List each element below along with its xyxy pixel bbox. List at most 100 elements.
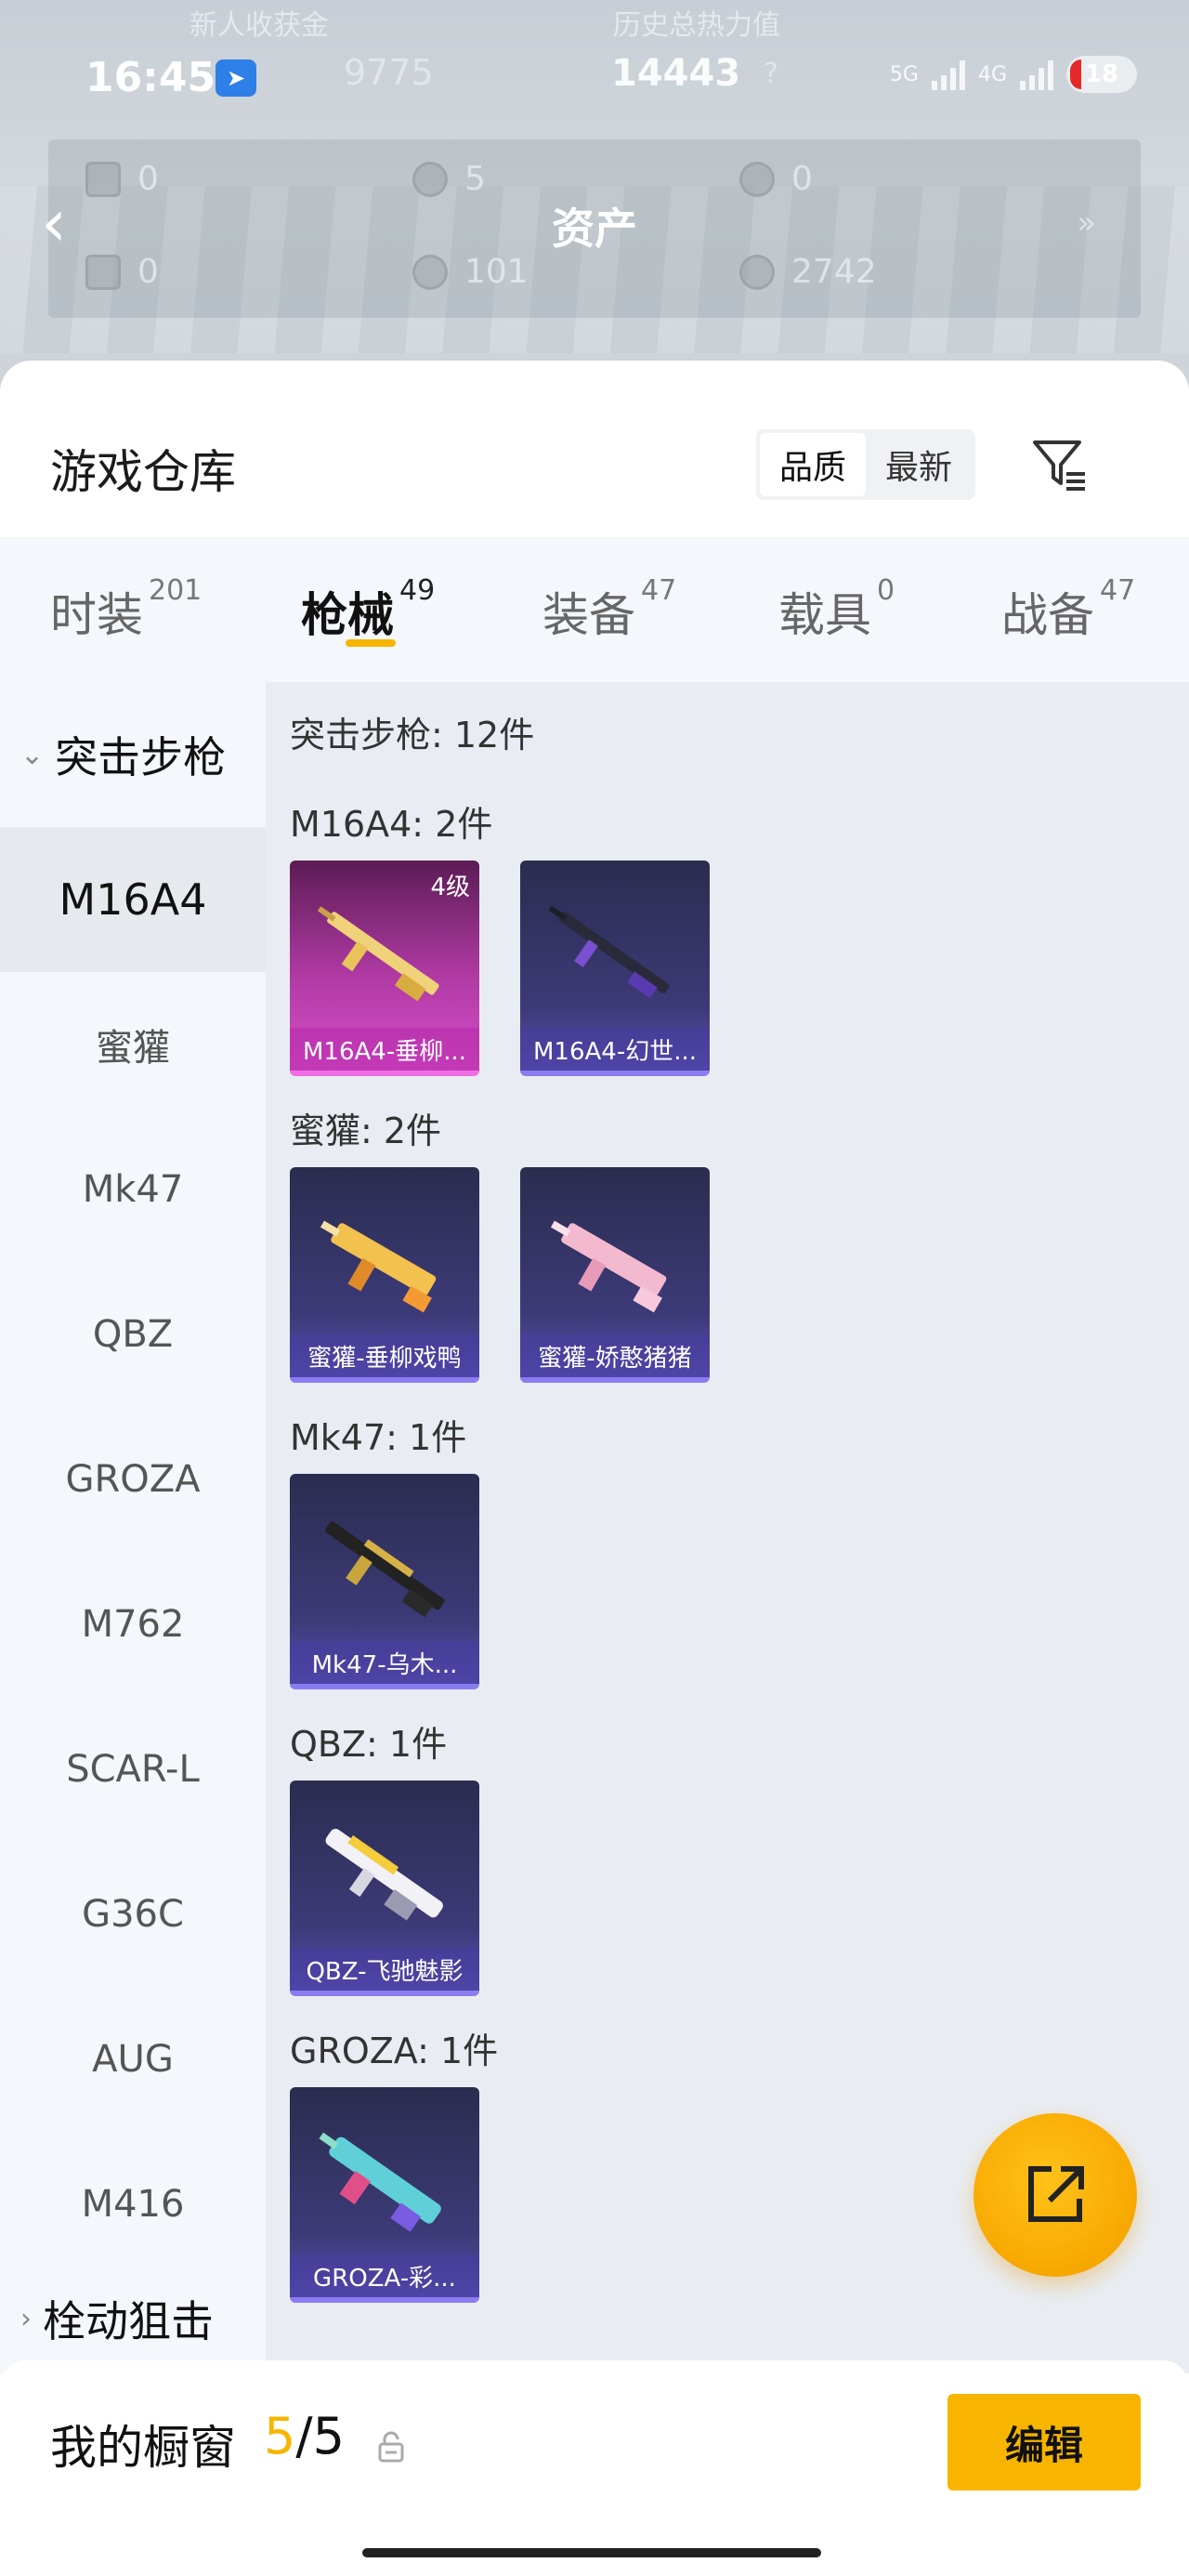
content-area: ⌄ 突击步枪 M16A4 蜜獾 Mk47 QBZ GROZA M762 SCAR… [0,682,1189,2576]
assets-title: 资产 [552,204,637,254]
active-tab-indicator [346,639,396,647]
group-header-mk47: Mk47: 1件 [290,1417,467,1458]
smg-image [320,1220,437,1313]
faint-label-history-hot: 历史总热力值 [613,9,780,42]
signal-icon [931,59,965,90]
filter-icon[interactable] [1029,435,1089,494]
weapon-card-label: 蜜獾-垂柳戏鸭 [290,1334,479,1377]
asset-value: 5 [464,160,486,198]
faint-label-new-gold: 新人收获金 [189,9,329,42]
network-4g-label: 4G [977,62,1007,86]
weapon-card[interactable]: M16A4-幻世... [520,861,710,1076]
weapon-card-label: Mk47-乌木... [290,1641,479,1684]
status-time: 16:45 [85,54,216,101]
sidebar-item-groza[interactable]: GROZA [0,1407,266,1552]
coin-icon [412,161,448,197]
sort-option-quality[interactable]: 品质 [760,433,866,496]
tab-label: 载具 [778,588,871,642]
tab-fashion[interactable]: 时装 201 [50,574,202,645]
card-row-qbz: QBZ-飞驰魅影 [290,1781,1189,1996]
asset-value: 0 [137,253,159,291]
tab-firearms[interactable]: 枪械 49 [301,574,435,645]
asset-value: 2742 [791,253,877,291]
network-5g-label: 5G [889,62,919,86]
share-button[interactable] [973,2113,1137,2277]
help-icon[interactable]: ? [764,58,778,90]
sidebar-group-label: 突击步枪 [55,732,227,782]
sidebar-item-honey-badger[interactable]: 蜜獾 [0,972,266,1117]
medal-icon [739,254,775,290]
sidebar-group-bolt-sniper[interactable]: › 栓动狙击 [0,2277,266,2360]
sidebar-group-assault-rifle[interactable]: ⌄ 突击步枪 [0,682,266,827]
sidebar-item-qbz[interactable]: QBZ [0,1262,266,1407]
battery-level: 18 [1084,60,1119,88]
orb-icon [412,254,448,290]
page-title: 游戏仓库 [50,445,236,499]
weapon-card-label: 蜜獾-娇憨猪猪 [520,1334,710,1377]
sheet-header: 游戏仓库 品质 最新 [0,361,1189,537]
smg-image [550,1220,667,1313]
weapon-card-label: M16A4-垂柳... [290,1028,479,1071]
rifle-image [319,2132,441,2232]
sidebar-item-aug[interactable]: AUG [0,1987,266,2132]
signal-icon-2 [1020,59,1053,90]
tab-count: 47 [641,574,677,607]
sidebar-item-mk47[interactable]: Mk47 [0,1117,266,1262]
faint-value: 9775 [344,52,434,93]
showcase-total: 5 [312,2407,345,2465]
card-row-honey-badger: 蜜獾-垂柳戏鸭 蜜獾-娇憨猪猪 [290,1167,1189,1383]
weapon-sidebar: ⌄ 突击步枪 M16A4 蜜獾 Mk47 QBZ GROZA M762 SCAR… [0,682,266,2373]
weapon-card[interactable]: GROZA-彩... [290,2087,479,2303]
battery-icon: 18 [1066,56,1137,93]
group-header-qbz: QBZ: 1件 [290,1724,448,1765]
weapon-card[interactable]: 蜜獾-垂柳戏鸭 [290,1167,479,1383]
weapon-card[interactable]: 4级 M16A4-垂柳... [290,861,479,1076]
category-tabs: 时装 201 枪械 49 装备 47 载具 0 战备 47 [0,537,1189,682]
group-header-honey-badger: 蜜獾: 2件 [290,1111,442,1151]
tab-count: 201 [149,574,203,607]
asset-item-coin: 5 [412,160,486,198]
sidebar-item-m416[interactable]: M416 [0,2132,266,2277]
rifle-image [548,905,670,999]
weapon-card-label: QBZ-飞驰魅影 [290,1948,479,1991]
group-header-groza: GROZA: 1件 [290,2031,499,2071]
weapon-card[interactable]: Mk47-乌木... [290,1474,479,1689]
edit-button[interactable]: 编辑 [947,2394,1141,2491]
tab-equipment[interactable]: 装备 47 [542,574,676,645]
asset-item-card: 0 [85,160,159,198]
back-arrow-icon[interactable]: ‹ [41,186,87,260]
more-arrows-icon[interactable]: » [1077,204,1096,242]
feishu-app-icon: ➤ [216,59,256,97]
sidebar-item-m762[interactable]: M762 [0,1552,266,1697]
sidebar-item-g36c[interactable]: G36C [0,1842,266,1987]
sidebar-item-scar-l[interactable]: SCAR-L [0,1697,266,1842]
showcase-label: 我的橱窗 [50,2421,236,2475]
tab-count: 0 [877,574,895,607]
asset-item-green-card: 0 [85,253,159,291]
rifle-image [325,1521,445,1618]
status-indicators: 5G 4G 18 [890,56,1137,93]
card-icon [85,161,121,197]
weapon-card[interactable]: 蜜獾-娇憨猪猪 [520,1167,710,1383]
tab-label: 战备 [1001,588,1094,642]
tab-count: 47 [1100,574,1136,607]
sidebar-item-m16a4[interactable]: M16A4 [0,827,266,972]
tab-label: 枪械 [301,588,394,642]
sort-option-newest[interactable]: 最新 [866,433,972,496]
asset-item-medal: 2742 [739,253,877,291]
tab-supplies[interactable]: 战备 47 [1001,574,1135,645]
weapon-card-label: M16A4-幻世... [520,1028,710,1071]
card-row-mk47: Mk47-乌木... [290,1474,1189,1689]
category-header: 突击步枪: 12件 [290,715,535,756]
showcase-separator: / [295,2407,313,2465]
badge-icon [739,161,775,197]
tab-label: 装备 [542,588,635,642]
home-indicator [362,2548,821,2557]
weapon-card[interactable]: QBZ-飞驰魅影 [290,1781,479,1996]
tab-vehicles[interactable]: 载具 0 [778,574,895,645]
asset-value: 101 [464,253,529,291]
showcase-bar: 我的橱窗 5/5 编辑 [0,2360,1189,2576]
tab-label: 时装 [50,588,143,642]
card-row-m16a4: 4级 M16A4-垂柳... M16A4-幻世... [290,861,1189,1076]
chevron-right-icon: › [20,2302,32,2335]
